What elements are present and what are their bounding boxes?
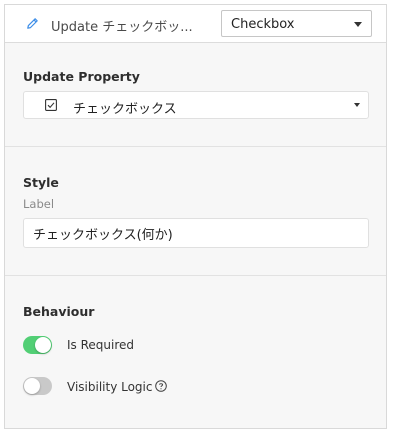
toggle-knob bbox=[35, 337, 51, 353]
label-caption: Label bbox=[23, 197, 55, 211]
help-circle-icon[interactable] bbox=[155, 380, 167, 392]
component-type-value: Checkbox bbox=[231, 17, 295, 32]
update-property-value: チェックボックス bbox=[73, 102, 177, 117]
visibility-logic-toggle[interactable] bbox=[23, 377, 52, 395]
update-property-select[interactable]: チェックボックス bbox=[23, 91, 369, 119]
editor-header: Update チェックボッ... Checkbox bbox=[5, 5, 386, 43]
property-editor-panel: Update チェックボッ... Checkbox Update Propert… bbox=[4, 4, 387, 429]
update-property-heading: Update Property bbox=[23, 69, 140, 84]
checkbox-icon bbox=[45, 99, 57, 111]
section-divider bbox=[5, 275, 386, 276]
component-type-select[interactable]: Checkbox bbox=[221, 10, 372, 37]
pencil-icon[interactable] bbox=[25, 16, 40, 31]
chevron-down-icon bbox=[354, 103, 360, 107]
is-required-label: Is Required bbox=[67, 338, 135, 352]
section-divider bbox=[5, 146, 386, 147]
visibility-logic-label: Visibility Logic bbox=[67, 380, 153, 394]
editor-title: Update チェックボッ... bbox=[51, 20, 193, 35]
chevron-down-icon bbox=[354, 22, 362, 27]
is-required-toggle[interactable] bbox=[23, 336, 52, 354]
toggle-knob bbox=[24, 378, 40, 394]
behaviour-heading: Behaviour bbox=[23, 304, 95, 319]
style-heading: Style bbox=[23, 175, 59, 190]
label-field[interactable] bbox=[23, 218, 369, 248]
